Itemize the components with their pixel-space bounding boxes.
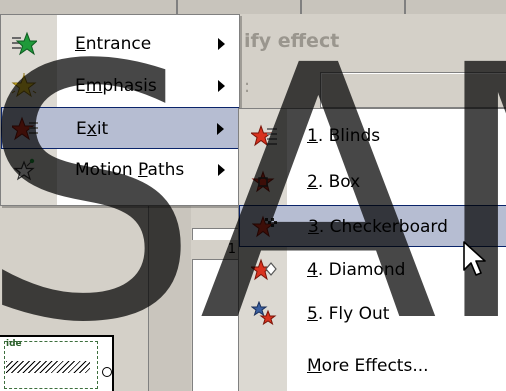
menu-item-exit[interactable]: Exit bbox=[1, 107, 239, 149]
menu-item-label: 3. Checkerboard bbox=[308, 217, 448, 237]
slide-number: 1 bbox=[192, 240, 242, 260]
toolbar-strip bbox=[0, 0, 506, 15]
menu-item-box[interactable]: 2. Box bbox=[239, 161, 506, 203]
exit-effects-submenu: 1. Blinds 2. Box 3. Checkerboard 4. Diam… bbox=[238, 108, 506, 391]
menu-item-checkerboard[interactable]: 3. Checkerboard bbox=[239, 205, 506, 247]
submenu-arrow-icon bbox=[218, 164, 225, 176]
powerpoint-window: ify effect : 1 ide Entrance Emphasis Exi… bbox=[0, 0, 506, 391]
menu-item-blinds[interactable]: 1. Blinds bbox=[239, 115, 506, 157]
resize-handle[interactable] bbox=[102, 367, 112, 377]
menu-item-label: Entrance bbox=[75, 34, 152, 54]
entrance-effect-icon bbox=[12, 31, 37, 56]
pane-title: ify effect bbox=[244, 30, 340, 52]
pane-field[interactable] bbox=[320, 72, 506, 108]
checkerboard-exit-icon bbox=[252, 215, 277, 238]
menu-item-fly-out[interactable]: 5. Fly Out bbox=[239, 293, 506, 335]
pane-field-label: : bbox=[244, 76, 251, 97]
motion-paths-icon bbox=[13, 158, 35, 181]
fly-out-exit-icon bbox=[251, 301, 277, 326]
blinds-exit-icon bbox=[251, 124, 277, 147]
menu-item-label: More Effects... bbox=[307, 356, 429, 376]
menu-item-label: 2. Box bbox=[307, 172, 361, 192]
menu-item-label: 1. Blinds bbox=[307, 126, 381, 146]
exit-effect-icon bbox=[12, 116, 38, 141]
menu-item-entrance[interactable]: Entrance bbox=[1, 23, 239, 65]
slide-thumbnail-label: ide bbox=[6, 339, 22, 349]
selected-text-hatch bbox=[6, 361, 90, 373]
menu-item-label: 4. Diamond bbox=[307, 260, 406, 280]
box-exit-icon bbox=[251, 170, 275, 193]
submenu-arrow-icon bbox=[218, 38, 225, 50]
diamond-exit-icon bbox=[251, 258, 277, 281]
outline-column bbox=[148, 200, 191, 391]
menu-item-label: Exit bbox=[76, 119, 109, 139]
menu-item-emphasis[interactable]: Emphasis bbox=[1, 65, 239, 107]
add-effect-menu: Entrance Emphasis Exit Motion Paths bbox=[0, 14, 240, 206]
menu-item-motion-paths[interactable]: Motion Paths bbox=[1, 149, 239, 191]
menu-item-diamond[interactable]: 4. Diamond bbox=[239, 249, 506, 291]
slide-thumbnail[interactable]: ide bbox=[0, 335, 114, 391]
submenu-arrow-icon bbox=[218, 80, 225, 92]
menu-item-label: Motion Paths bbox=[75, 160, 185, 180]
menu-item-label: Emphasis bbox=[75, 76, 157, 96]
submenu-arrow-icon bbox=[217, 123, 224, 135]
emphasis-effect-icon bbox=[11, 73, 37, 98]
menu-item-label: 5. Fly Out bbox=[307, 304, 390, 324]
menu-item-more-effects[interactable]: More Effects... bbox=[239, 345, 506, 387]
